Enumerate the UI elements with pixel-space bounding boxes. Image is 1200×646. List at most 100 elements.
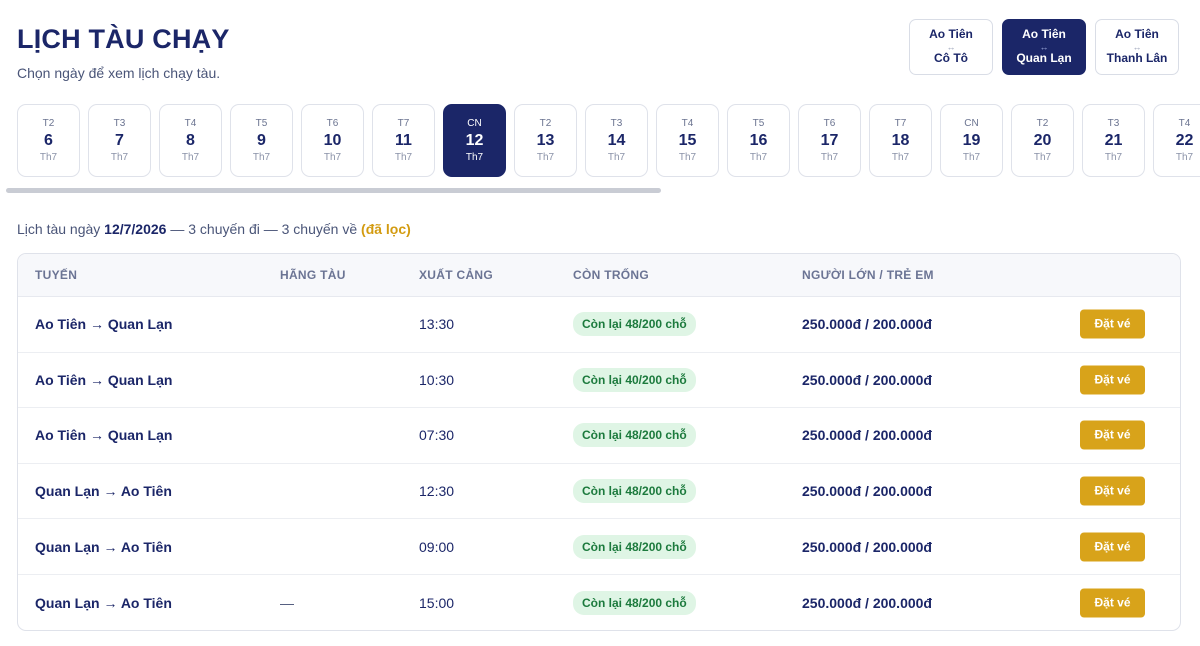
date-day: 15 xyxy=(678,132,697,149)
row-operator: — xyxy=(280,594,294,611)
date-month: Th7 xyxy=(1033,152,1052,163)
date-month: Th7 xyxy=(1175,152,1194,163)
date-chip-9[interactable]: T5 9 Th7 xyxy=(230,104,293,177)
row-route: Ao Tiên → Quan Lạn xyxy=(35,316,173,333)
date-chip-17[interactable]: T6 17 Th7 xyxy=(798,104,861,177)
date-chip-6[interactable]: T2 6 Th7 xyxy=(17,104,80,177)
seats-badge: Còn lại 48/200 chỗ xyxy=(573,590,696,615)
date-day: 12 xyxy=(465,132,484,149)
date-month: Th7 xyxy=(607,152,626,163)
date-day: 13 xyxy=(536,132,555,149)
date-day: 9 xyxy=(257,132,266,149)
date-month: Th7 xyxy=(465,152,484,163)
seats-badge: Còn lại 48/200 chỗ xyxy=(573,423,696,448)
table-row: Ao Tiên → Quan Lạn 13:30 Còn lại 48/200 ch… xyxy=(18,297,1180,353)
row-book-cell: Đặt vé xyxy=(1080,420,1145,450)
date-day: 14 xyxy=(607,132,626,149)
seats-badge: Còn lại 48/200 chỗ xyxy=(573,479,696,504)
row-seats-cell: Còn lại 48/200 chỗ xyxy=(573,479,696,504)
date-chip-19[interactable]: CN 19 Th7 xyxy=(940,104,1003,177)
header-price: NGƯỜI LỚN / TRẺ EM xyxy=(802,268,934,282)
row-price: 250.000đ / 200.000đ xyxy=(802,483,932,500)
date-month: Th7 xyxy=(820,152,839,163)
row-departure-time: 09:00 xyxy=(419,538,455,555)
row-seats-cell: Còn lại 48/200 chỗ xyxy=(573,312,696,337)
schedule-table: TUYẾN HÃNG TÀU XUẤT CẢNG CÒN TRỐNG NGƯỜI… xyxy=(17,253,1181,631)
table-row: Quan Lạn → Ao Tiên — 15:00 Còn lại 48/200 c… xyxy=(18,575,1180,630)
book-ticket-button[interactable]: Đặt vé xyxy=(1080,476,1145,506)
seats-badge: Còn lại 48/200 chỗ xyxy=(573,312,696,337)
row-departure-time: 15:00 xyxy=(419,594,455,611)
row-departure-time: 10:30 xyxy=(419,371,455,388)
date-chip-13[interactable]: T2 13 Th7 xyxy=(514,104,577,177)
row-seats-cell: Còn lại 40/200 chỗ xyxy=(573,367,696,392)
date-day: 19 xyxy=(962,132,981,149)
date-day: 11 xyxy=(395,132,412,149)
date-chip-11[interactable]: T7 11 Th7 xyxy=(372,104,435,177)
date-weekday: T4 xyxy=(681,118,694,129)
date-chip-8[interactable]: T4 8 Th7 xyxy=(159,104,222,177)
table-header: TUYẾN HÃNG TÀU XUẤT CẢNG CÒN TRỐNG NGƯỜI… xyxy=(18,254,1180,297)
date-day: 10 xyxy=(323,132,342,149)
date-month: Th7 xyxy=(891,152,910,163)
date-chip-15[interactable]: T4 15 Th7 xyxy=(656,104,719,177)
header-operator: HÃNG TÀU xyxy=(280,268,346,282)
row-route: Ao Tiên → Quan Lạn xyxy=(35,371,173,388)
book-ticket-button[interactable]: Đặt vé xyxy=(1080,309,1145,339)
date-weekday: T3 xyxy=(610,118,623,129)
book-ticket-button[interactable]: Đặt vé xyxy=(1080,365,1145,395)
date-day: 18 xyxy=(891,132,910,149)
table-row: Ao Tiên → Quan Lạn 07:30 Còn lại 48/200 ch… xyxy=(18,408,1180,464)
route-from: Ao Tiên xyxy=(1115,27,1159,42)
row-route: Quan Lạn → Ao Tiên xyxy=(35,483,172,500)
route-button-co-to[interactable]: Ao Tiên ↔ Cô Tô xyxy=(909,19,993,75)
date-month: Th7 xyxy=(323,152,342,163)
date-chip-14[interactable]: T3 14 Th7 xyxy=(585,104,648,177)
row-route: Ao Tiên → Quan Lạn xyxy=(35,427,173,444)
date-weekday: T5 xyxy=(752,118,765,129)
book-ticket-button[interactable]: Đặt vé xyxy=(1080,420,1145,450)
date-month: Th7 xyxy=(181,152,200,163)
route-from: Ao Tiên xyxy=(929,27,973,42)
date-chip-12[interactable]: CN 12 Th7 xyxy=(443,104,506,177)
row-route: Quan Lạn → Ao Tiên xyxy=(35,594,172,611)
row-departure-time: 07:30 xyxy=(419,427,455,444)
route-from: Ao Tiên xyxy=(1022,27,1066,42)
date-chip-7[interactable]: T3 7 Th7 xyxy=(88,104,151,177)
date-strip-scrollbar[interactable] xyxy=(6,188,661,193)
book-ticket-button[interactable]: Đặt vé xyxy=(1080,588,1145,618)
date-weekday: T3 xyxy=(113,118,126,129)
date-month: Th7 xyxy=(536,152,555,163)
date-chip-22[interactable]: T4 22 Th7 xyxy=(1153,104,1200,177)
date-day: 7 xyxy=(115,132,124,149)
date-day: 16 xyxy=(749,132,768,149)
date-chip-16[interactable]: T5 16 Th7 xyxy=(727,104,790,177)
row-book-cell: Đặt vé xyxy=(1080,309,1145,339)
date-chip-18[interactable]: T7 18 Th7 xyxy=(869,104,932,177)
row-seats-cell: Còn lại 48/200 chỗ xyxy=(573,534,696,559)
table-row: Ao Tiên → Quan Lạn 10:30 Còn lại 40/200 ch… xyxy=(18,353,1180,409)
route-to: Cô Tô xyxy=(934,51,968,65)
header-route: TUYẾN xyxy=(35,268,78,282)
filtered-indicator: (đã lọc) xyxy=(361,221,411,237)
book-ticket-button[interactable]: Đặt vé xyxy=(1080,532,1145,562)
header-departure: XUẤT CẢNG xyxy=(419,268,494,282)
date-month: Th7 xyxy=(1104,152,1123,163)
date-weekday: T4 xyxy=(184,118,197,129)
table-body: Ao Tiên → Quan Lạn 13:30 Còn lại 48/200 ch… xyxy=(18,297,1180,630)
summary-counts: — 3 chuyến đi — 3 chuyến về xyxy=(166,221,362,237)
date-chip-10[interactable]: T6 10 Th7 xyxy=(301,104,364,177)
date-day: 20 xyxy=(1033,132,1052,149)
date-chip-21[interactable]: T3 21 Th7 xyxy=(1082,104,1145,177)
date-chip-20[interactable]: T2 20 Th7 xyxy=(1011,104,1074,177)
route-button-thanh-lan[interactable]: Ao Tiên ↔ Thanh Lân xyxy=(1095,19,1179,75)
date-day: 17 xyxy=(820,132,839,149)
table-row: Quan Lạn → Ao Tiên 09:00 Còn lại 48/200 ch… xyxy=(18,519,1180,575)
date-month: Th7 xyxy=(394,152,413,163)
date-weekday: T2 xyxy=(539,118,552,129)
date-weekday: T4 xyxy=(1178,118,1191,129)
date-month: Th7 xyxy=(678,152,697,163)
route-button-quan-lan[interactable]: Ao Tiên ↔ Quan Lạn xyxy=(1002,19,1086,75)
date-weekday: T5 xyxy=(255,118,268,129)
page-header: LỊCH TÀU CHẠY Chọn ngày để xem lịch chạy… xyxy=(17,24,230,81)
